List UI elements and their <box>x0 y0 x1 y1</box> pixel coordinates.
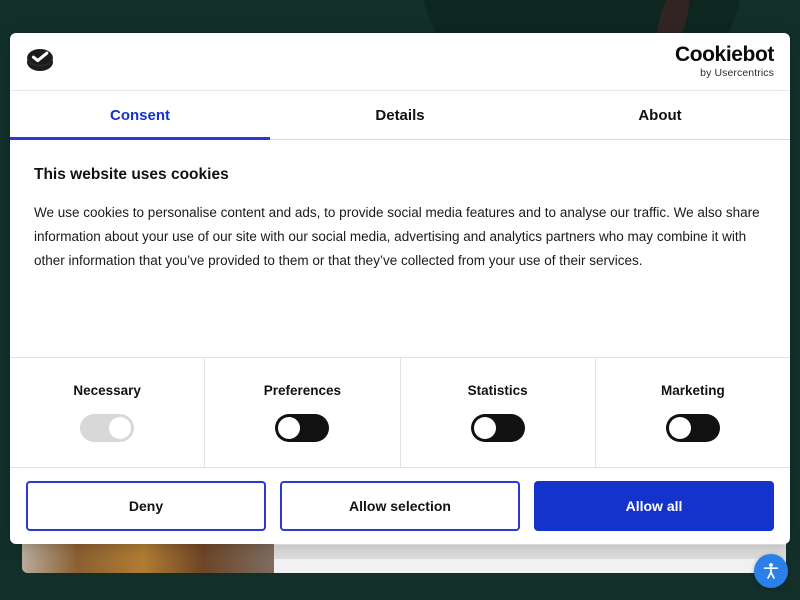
toggle-knob <box>474 417 496 439</box>
dialog-tabs: Consent Details About <box>10 91 790 140</box>
accessibility-widget-button[interactable] <box>754 554 788 588</box>
page-title: This website uses cookies <box>34 166 766 184</box>
tab-consent[interactable]: Consent <box>10 91 270 139</box>
category-label: Preferences <box>264 383 341 398</box>
toggle-knob <box>278 417 300 439</box>
category-marketing: Marketing <box>596 358 790 467</box>
consent-categories: Necessary Preferences Statistics Marketi… <box>10 358 790 468</box>
category-preferences: Preferences <box>205 358 400 467</box>
category-necessary: Necessary <box>10 358 205 467</box>
dialog-body: This website uses cookies We use cookies… <box>10 140 790 358</box>
consent-description: We use cookies to personalise content an… <box>34 201 766 273</box>
dialog-footer: Deny Allow selection Allow all <box>10 468 790 544</box>
tab-details[interactable]: Details <box>270 91 530 139</box>
toggle-marketing[interactable] <box>666 414 720 442</box>
category-label: Statistics <box>468 383 528 398</box>
cookie-consent-dialog: Cookiebot by Usercentrics Consent Detail… <box>10 33 790 544</box>
toggle-knob <box>669 417 691 439</box>
allow-all-button[interactable]: Allow all <box>534 481 774 531</box>
tab-about[interactable]: About <box>530 91 790 139</box>
toggle-preferences[interactable] <box>275 414 329 442</box>
background-card-strip <box>274 545 786 559</box>
toggle-necessary <box>80 414 134 442</box>
brand-name: Cookiebot <box>675 44 774 65</box>
allow-selection-button[interactable]: Allow selection <box>280 481 520 531</box>
dialog-header: Cookiebot by Usercentrics <box>10 33 790 91</box>
cookie-check-icon <box>24 44 56 79</box>
deny-button[interactable]: Deny <box>26 481 266 531</box>
category-statistics: Statistics <box>401 358 596 467</box>
cookiebot-brand: Cookiebot by Usercentrics <box>675 44 774 79</box>
accessibility-person-icon <box>761 561 781 581</box>
category-label: Marketing <box>661 383 725 398</box>
category-label: Necessary <box>73 383 141 398</box>
toggle-knob <box>109 417 131 439</box>
toggle-statistics[interactable] <box>471 414 525 442</box>
brand-subtitle: by Usercentrics <box>700 68 774 79</box>
